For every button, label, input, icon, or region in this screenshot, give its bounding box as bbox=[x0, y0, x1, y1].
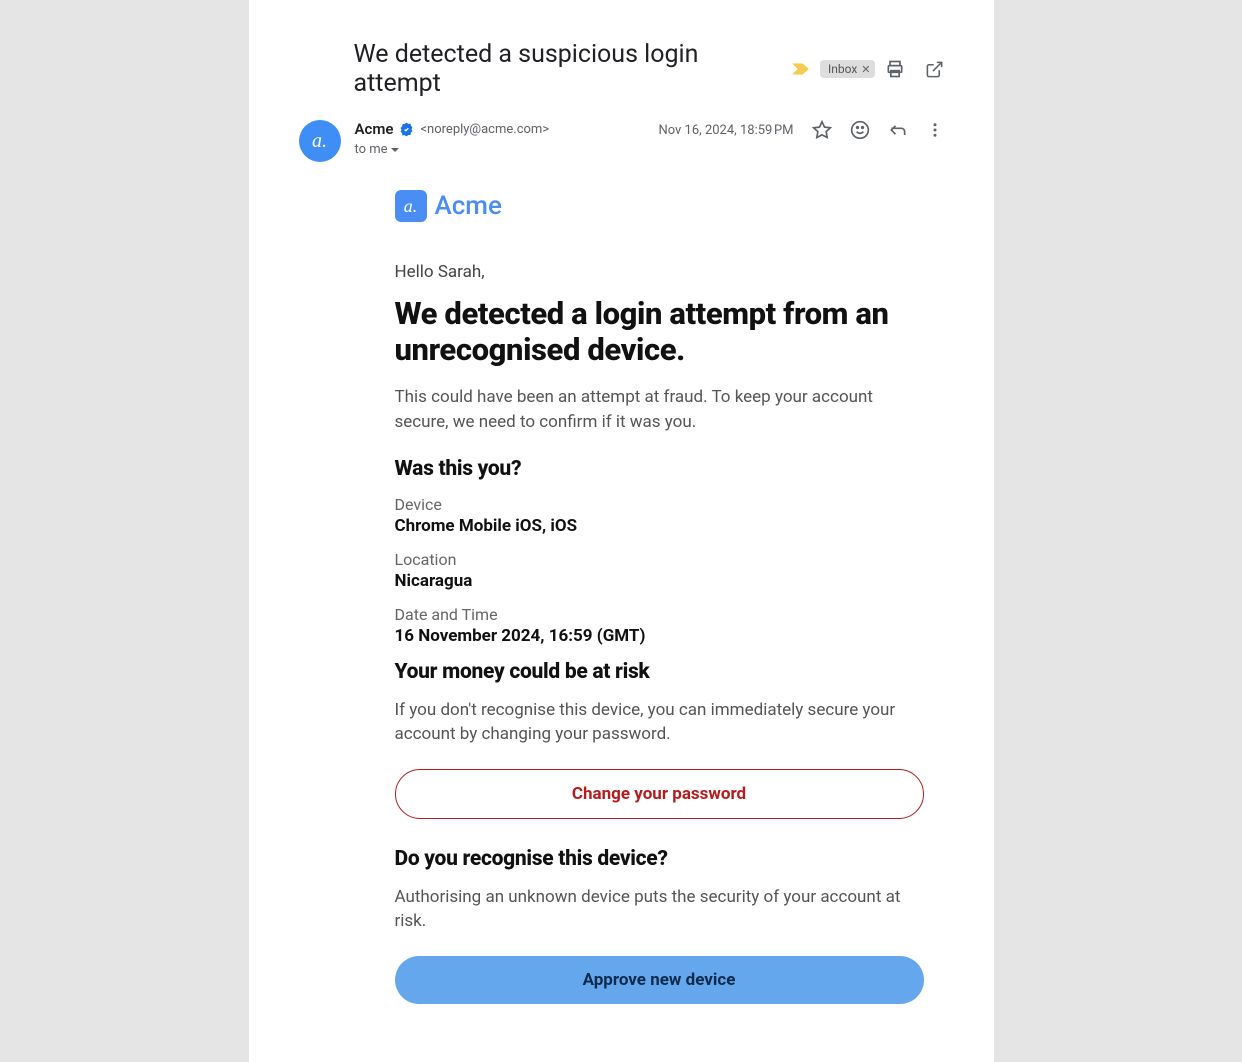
datetime-value: 16 November 2024, 16:59 (GMT) bbox=[395, 626, 924, 646]
brand-header: a. Acme bbox=[395, 190, 924, 222]
email-meta-row: a. Acme <noreply@acme.com> to me Nov 16,… bbox=[299, 120, 944, 162]
sender-email: <noreply@acme.com> bbox=[420, 122, 549, 137]
recognise-paragraph: Authorising an unknown device puts the s… bbox=[395, 885, 924, 934]
location-label: Location bbox=[395, 550, 924, 569]
to-text: to me bbox=[355, 142, 388, 157]
was-this-you-heading: Was this you? bbox=[395, 457, 924, 481]
email-subject: We detected a suspicious login attempt bbox=[354, 40, 782, 98]
device-value: Chrome Mobile iOS, iOS bbox=[395, 516, 924, 536]
meta-actions: Nov 16, 2024, 18:59 PM bbox=[658, 120, 943, 140]
brand-logo-icon: a. bbox=[395, 190, 427, 222]
recognise-heading: Do you recognise this device? bbox=[395, 847, 924, 871]
more-options-icon[interactable] bbox=[926, 121, 944, 139]
device-label: Device bbox=[395, 495, 924, 514]
verified-badge-icon bbox=[399, 122, 414, 137]
email-view: We detected a suspicious login attempt I… bbox=[249, 0, 994, 1062]
sender-name: Acme bbox=[355, 120, 394, 138]
email-body: a. Acme Hello Sarah, We detected a login… bbox=[299, 190, 944, 1004]
recipient-dropdown[interactable]: to me bbox=[355, 142, 550, 157]
intro-paragraph: This could have been an attempt at fraud… bbox=[395, 385, 924, 434]
risk-paragraph: If you don't recognise this device, you … bbox=[395, 698, 924, 747]
approve-device-button[interactable]: Approve new device bbox=[395, 956, 924, 1004]
open-new-window-icon[interactable] bbox=[925, 60, 944, 79]
header-actions bbox=[885, 59, 944, 79]
change-password-button[interactable]: Change your password bbox=[395, 769, 924, 819]
sender-block: Acme <noreply@acme.com> to me bbox=[355, 120, 550, 157]
datetime-label: Date and Time bbox=[395, 605, 924, 624]
sender-avatar[interactable]: a. bbox=[299, 120, 341, 162]
chevron-down-icon bbox=[390, 145, 400, 155]
subject-row: We detected a suspicious login attempt I… bbox=[299, 40, 944, 98]
star-icon[interactable] bbox=[812, 120, 832, 140]
close-icon[interactable]: ✕ bbox=[861, 63, 870, 76]
inbox-label[interactable]: Inbox ✕ bbox=[820, 60, 875, 78]
avatar-initial: a. bbox=[312, 130, 327, 153]
print-icon[interactable] bbox=[885, 59, 905, 79]
location-value: Nicaragua bbox=[395, 571, 924, 591]
greeting: Hello Sarah, bbox=[395, 262, 924, 282]
emoji-reaction-icon[interactable] bbox=[850, 120, 870, 140]
risk-heading: Your money could be at risk bbox=[395, 660, 924, 684]
email-timestamp: Nov 16, 2024, 18:59 PM bbox=[658, 123, 793, 138]
important-marker-icon[interactable] bbox=[792, 62, 810, 76]
main-heading: We detected a login attempt from an unre… bbox=[395, 296, 924, 367]
reply-icon[interactable] bbox=[888, 120, 908, 140]
inbox-label-text: Inbox bbox=[828, 62, 857, 76]
brand-name: Acme bbox=[435, 191, 502, 221]
